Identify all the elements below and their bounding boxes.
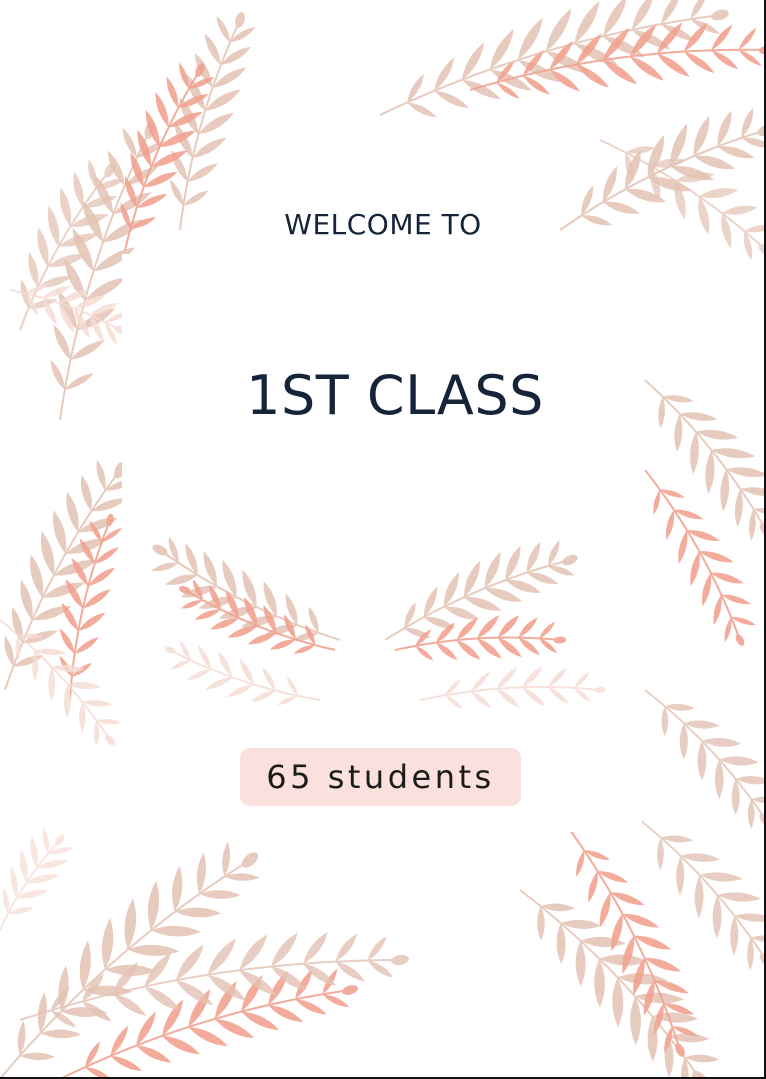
fern-branch [164, 640, 321, 706]
fern-leaf-icon [548, 667, 567, 687]
fern-leaf-icon [539, 621, 556, 639]
students-count: 65 students [266, 758, 495, 796]
fern-leaf-icon [484, 588, 523, 602]
fern-leaf-icon [548, 565, 575, 576]
fern-branch [394, 615, 567, 661]
fern-branch [419, 665, 606, 710]
fern-leaf-icon [250, 690, 276, 702]
fern-leaf-icon [194, 609, 221, 620]
fern-leaf-icon [151, 562, 179, 572]
fern-leaf-icon [574, 671, 590, 688]
fern-leaf-icon [445, 695, 463, 710]
fern-leaf-icon [269, 639, 296, 650]
fern-leaf-icon [497, 637, 522, 658]
fern-leaf-icon [526, 572, 559, 585]
fern-leaf-icon [477, 615, 500, 639]
fern-leaf-icon [415, 645, 434, 661]
fern-leaf-icon [518, 637, 540, 656]
fern-leaf-icon [456, 640, 481, 660]
fern-leaf-icon [574, 687, 592, 703]
fern-leaf-icon [293, 645, 316, 654]
fern-leaf-icon [443, 606, 480, 620]
fern-leaf-icon [471, 671, 490, 692]
fern-leaf-icon [203, 551, 217, 587]
fern-leaf-icon [186, 669, 212, 681]
fern-leaf-icon [227, 625, 258, 638]
fern-leaf-icon [522, 687, 546, 707]
poster: WELCOME TO 1ST CLASS 65 students [0, 0, 766, 1079]
fern-leaf-icon [497, 615, 520, 638]
fern-leaf-icon [471, 691, 492, 709]
fern-leaf-icon [277, 695, 298, 706]
fern-leaf-icon [496, 688, 520, 708]
fern-leaf-icon [165, 574, 198, 585]
fern-leaf-icon [226, 684, 254, 697]
students-badge: 65 students [240, 748, 521, 806]
fern-leaf-icon [548, 686, 570, 705]
fern-leaf-icon [181, 600, 203, 609]
fern-leaf-icon [170, 660, 191, 670]
fern-leaf-icon [518, 617, 538, 638]
fern-leaf-icon [464, 596, 502, 611]
center-fern-decoration [151, 536, 606, 710]
fern-leaf-icon [210, 618, 239, 630]
fern-leaf-icon [477, 638, 502, 659]
fern-leaf-icon [496, 667, 518, 689]
fern-leaf-icon [456, 617, 478, 641]
fern-leaf-icon [247, 633, 277, 645]
fern-leaf-icon [435, 642, 458, 661]
fern-leaf-icon [505, 579, 541, 593]
fern-leaf-icon [522, 665, 544, 688]
fern-leaf-icon [548, 540, 560, 566]
fern-leaf-icon [205, 677, 233, 690]
